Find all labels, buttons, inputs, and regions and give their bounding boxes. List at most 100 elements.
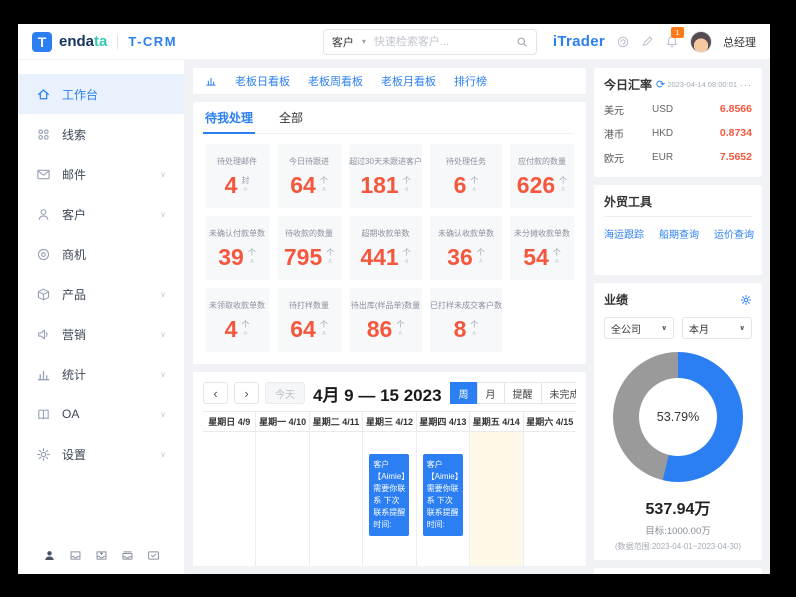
stat-card-unconfirmed-receipts[interactable]: 未确认收款单数 36 个 ∧ [429,216,502,280]
sidebar-item-label: 邮件 [62,167,87,182]
calendar-day-cell-today[interactable] [469,432,523,566]
link-freight-rates[interactable]: 运价查询 [714,226,754,241]
notifications-bell-icon[interactable]: 1 [665,26,684,49]
link-shipping-schedule[interactable]: 船期查询 [659,226,699,241]
global-search-bar: 客户 ▾ [322,28,537,55]
home-icon [36,87,51,102]
stat-card-unclaimed-receipts[interactable]: 未领取收款单数 4 个 ∧ [205,288,270,352]
calendar-prev-button[interactable]: ‹ [203,382,228,404]
pen-icon[interactable] [641,35,654,48]
tab-boss-monthly-board[interactable]: 老板月看板 [381,73,436,89]
stat-card-payables[interactable]: 应付款的数量 626 个 ∧ [509,144,574,208]
itrader-logo[interactable]: iTrader [553,33,605,50]
performance-data-range: (数据范围:2023-04-01~2023-04-30) [614,542,742,551]
up-arrow-icon: ∧ [242,330,248,337]
calendar-day-cell[interactable] [255,432,308,566]
period-select[interactable]: 本月 ∨ [682,317,752,339]
stat-card-pending-tasks[interactable]: 待处理任务 6 个 ∧ [429,144,502,208]
search-input[interactable] [373,35,516,48]
stat-card-sample-outbound[interactable]: 待出库(样品单)数量 86 个 ∧ [349,288,422,352]
chevron-down-icon: ∨ [661,325,667,332]
sidebar-item-opportunities[interactable]: 商机 [18,234,184,274]
stat-card-overdue-receipts[interactable]: 超期收款单数 441 个 ∧ [349,216,422,280]
right-column: 今日汇率 ⟳ 2023-04-14 08:00:01 ··· 美元 USD 6.… [594,68,762,574]
stat-value: 86 [366,315,393,342]
refresh-icon[interactable]: ⟳ [656,78,665,91]
mail-icon [36,167,51,182]
calendar-day-cell[interactable]: 客户【Aimie】需要你联系 下次联系提醒时间: [415,432,469,566]
filter-reminder-button[interactable]: 提醒 [503,382,542,404]
search-icon[interactable] [516,36,528,48]
tab-boss-daily-board[interactable]: 老板日看板 [235,73,290,89]
sidebar-item-label: OA [62,407,80,421]
stat-card-sampled-not-closed[interactable]: 已打样未成交客户数 8 个 ∧ [429,288,502,352]
tab-pending-mine[interactable]: 待我处理 [202,102,256,134]
username[interactable]: 总经理 [723,34,756,50]
sidebar-item-mail[interactable]: 邮件 ∨ [18,154,184,194]
calendar-day-cell[interactable]: 客户【Aimie】需要你联系 下次联系提醒时间: [362,432,415,566]
calendar-today-button[interactable]: 今天 [265,382,305,404]
exchange-rate-row: 港币 HKD 0.8734 [604,127,752,141]
stat-value: 8 [453,315,467,342]
performance-settings-gear-icon[interactable] [740,294,752,306]
outbox-icon[interactable] [95,549,108,562]
inbox-icon[interactable] [69,549,82,562]
book-icon [36,407,51,422]
stat-card-unallocated-receipts[interactable]: 未分摊收款单数 54 个 ∧ [509,216,574,280]
rate-value: 0.8734 [719,127,752,139]
sidebar-item-oa[interactable]: OA ∨ [18,394,184,434]
product-name: T-CRM [128,34,178,49]
day-header: 星期一 4/10 [255,412,308,431]
main-column: 老板日看板 老板周看板 老板月看板 排行榜 待我处理 全部 待处理邮件 4 封 ∧ 今… [193,68,586,566]
drafts-icon[interactable] [121,549,134,562]
filter-incomplete-button[interactable]: 未完成 [540,382,576,404]
calendar-day-cell[interactable] [522,432,576,566]
donut-center-label: 53.79% [656,410,700,424]
stat-value: 54 [523,243,549,270]
view-month-button[interactable]: 月 [476,382,505,404]
performance-target: 目标:1000.00万 [645,526,711,537]
calendar-next-button[interactable]: › [234,382,259,404]
up-arrow-icon: ∧ [478,258,484,265]
user-icon [36,207,51,222]
link-sea-tracking[interactable]: 海运跟踪 [604,226,644,241]
stat-value: 626 [516,171,556,198]
month-stats-card: 本月公司数据统计 数据最后更新时间: 08:37:50 ⟳ [594,568,762,574]
avatar[interactable] [690,30,712,53]
sidebar-item-products[interactable]: 产品 ∨ [18,274,184,314]
search-category-select[interactable]: 客户 ▾ [324,34,374,50]
support-icon[interactable] [616,35,630,49]
stat-card-pending-samples[interactable]: 待打样数量 64 个 ∧ [277,288,342,352]
scope-select[interactable]: 全公司 ∨ [604,317,674,339]
sidebar-item-leads[interactable]: 线索 [18,114,184,154]
stat-card-unconfirmed-payments[interactable]: 未确认付款单数 39 个 ∧ [205,216,270,280]
stat-value: 181 [360,171,399,198]
tab-ranking[interactable]: 排行榜 [454,73,487,89]
more-icon[interactable]: ··· [740,80,752,90]
sidebar-item-settings[interactable]: 设置 ∨ [18,434,184,474]
calendar-event[interactable]: 客户【Aimie】需要你联系 下次联系提醒时间: [422,454,463,536]
chevron-down-icon: ∨ [160,449,166,459]
chevron-down-icon: ∨ [160,209,166,219]
stat-card-pending-receipts[interactable]: 待收款的数量 795 个 ∧ [277,216,342,280]
tab-all[interactable]: 全部 [279,102,303,133]
sidebar-item-statistics[interactable]: 统计 ∨ [18,354,184,394]
performance-title: 业绩 [604,293,629,307]
stat-card-pending-mails[interactable]: 待处理邮件 4 封 ∧ [205,144,270,208]
stat-card-30days-no-followup[interactable]: 超过30天未跟进客户 181 个 ∧ [349,144,422,208]
day-header: 星期六 4/15 [522,412,576,431]
calendar-day-cell[interactable] [203,432,255,566]
sidebar-item-marketing[interactable]: 营销 ∨ [18,314,184,354]
calendar-event[interactable]: 客户【Aimie】需要你联系 下次联系提醒时间: [369,454,410,536]
stat-value: 6 [453,171,467,198]
tab-boss-weekly-board[interactable]: 老板周看板 [308,73,363,89]
tendata-brand[interactable]: T endata T-CRM [32,31,178,52]
view-week-button[interactable]: 周 [449,382,478,404]
sidebar-item-customers[interactable]: 客户 ∨ [18,194,184,234]
contacts-icon[interactable] [43,549,56,562]
stat-card-followup-today[interactable]: 今日待跟进 64 个 ∧ [277,144,342,208]
sidebar-item-workbench[interactable]: 工作台 [18,74,184,114]
stat-value: 39 [218,243,244,270]
sent-mail-icon[interactable] [147,549,160,562]
calendar-day-cell[interactable] [308,432,362,566]
